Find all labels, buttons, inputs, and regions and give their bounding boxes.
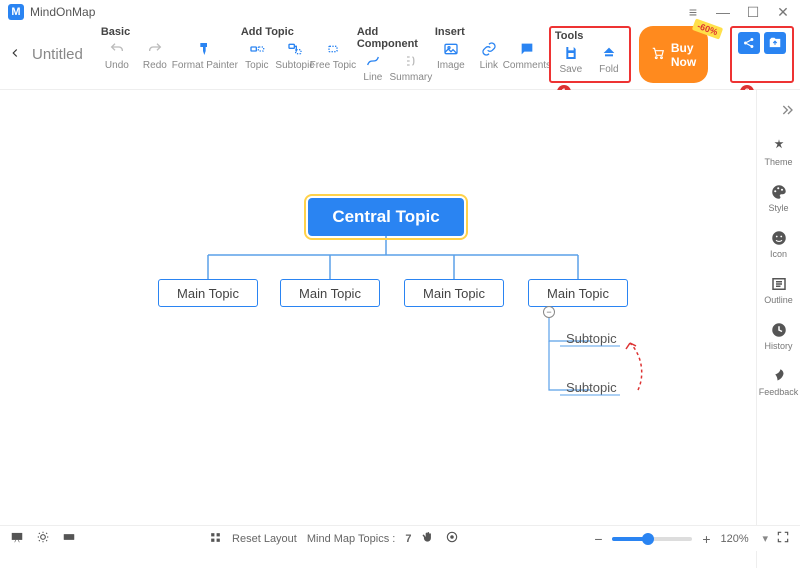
main-topic-node-4[interactable]: Main Topic	[528, 279, 628, 307]
fullscreen-icon[interactable]	[776, 530, 790, 547]
app-name: MindOnMap	[30, 5, 95, 19]
summary-icon	[403, 52, 419, 70]
free-topic-icon	[325, 40, 341, 58]
undo-icon	[109, 40, 125, 58]
fold-button[interactable]: Fold	[591, 44, 627, 75]
redo-button[interactable]: Redo	[137, 40, 173, 71]
main-topic-node-1[interactable]: Main Topic	[158, 279, 258, 307]
main-topic-node-2[interactable]: Main Topic	[280, 279, 380, 307]
tools-group-highlighted: Tools Save Fold 1	[549, 26, 631, 83]
save-icon	[563, 44, 579, 62]
document-title[interactable]: Untitled	[32, 46, 83, 63]
keyboard-icon[interactable]	[62, 530, 76, 547]
brightness-icon[interactable]	[36, 530, 50, 547]
buy-now-button[interactable]: Buy Now -60%	[639, 26, 708, 83]
summary-button[interactable]: Summary	[393, 52, 429, 83]
minimize-button[interactable]: —	[714, 4, 732, 21]
subtopic-node-2[interactable]: Subtopic	[566, 380, 617, 395]
topic-icon	[249, 40, 265, 58]
toolbar: Untitled Basic Undo Redo Format Painter …	[0, 24, 800, 90]
sidebar-collapse-button[interactable]	[776, 98, 800, 125]
comments-icon	[519, 40, 535, 58]
image-icon	[443, 40, 459, 58]
image-button[interactable]: Image	[433, 40, 469, 71]
share-export-group-highlighted: 2	[730, 26, 794, 83]
redo-icon	[147, 40, 163, 58]
app-logo-icon: M	[8, 4, 24, 20]
main-topic-node-3[interactable]: Main Topic	[404, 279, 504, 307]
topics-count: 7	[405, 533, 411, 545]
mindmap-canvas[interactable]: Central Topic Main Topic Main Topic Main…	[0, 90, 756, 568]
zoom-in-button[interactable]: +	[700, 531, 712, 547]
zoom-slider[interactable]	[612, 537, 692, 541]
sidebar-icon[interactable]: Icon	[757, 225, 800, 263]
comments-button[interactable]: Comments	[509, 40, 545, 71]
sidebar-history[interactable]: History	[757, 317, 800, 355]
zoom-dropdown-icon[interactable]: ▾	[762, 532, 768, 545]
topics-label: Mind Map Topics :	[307, 533, 395, 545]
title-bar: M MindOnMap ≡ — ☐ ✕	[0, 0, 800, 24]
buy-now-label: Buy Now	[671, 41, 696, 69]
reset-layout-icon[interactable]	[209, 531, 222, 547]
group-label-tools: Tools	[553, 30, 627, 42]
sidebar-feedback[interactable]: Feedback	[757, 363, 800, 401]
line-button[interactable]: Line	[355, 52, 391, 83]
topic-button[interactable]: Topic	[239, 40, 275, 71]
group-label-add-topic: Add Topic	[239, 26, 351, 38]
link-button[interactable]: Link	[471, 40, 507, 71]
annotation-arrow-icon	[620, 335, 650, 395]
group-label-basic: Basic	[99, 26, 235, 38]
back-icon[interactable]	[8, 46, 22, 63]
line-icon	[365, 52, 381, 70]
link-icon	[481, 40, 497, 58]
sidebar-outline[interactable]: Outline	[757, 271, 800, 309]
sidebar-theme[interactable]: Theme	[757, 133, 800, 171]
zoom-out-button[interactable]: −	[592, 531, 604, 547]
pan-hand-icon[interactable]	[421, 530, 435, 547]
menu-icon[interactable]: ≡	[684, 4, 702, 21]
save-button[interactable]: Save	[553, 44, 589, 75]
bottom-bar: Reset Layout Mind Map Topics : 7 − + 120…	[0, 525, 800, 551]
sidebar-style[interactable]: Style	[757, 179, 800, 217]
zoom-percent[interactable]: 120%	[720, 533, 754, 545]
format-painter-button[interactable]: Format Painter	[175, 40, 235, 71]
subtopic-icon	[287, 40, 303, 58]
free-topic-button[interactable]: Free Topic	[315, 40, 351, 71]
reset-layout-button[interactable]: Reset Layout	[232, 533, 297, 545]
cart-icon	[651, 46, 665, 63]
central-topic-node[interactable]: Central Topic	[308, 198, 464, 236]
close-button[interactable]: ✕	[774, 4, 792, 21]
export-button[interactable]	[764, 32, 786, 54]
zoom-thumb[interactable]	[642, 533, 654, 545]
focus-icon[interactable]	[445, 530, 459, 547]
fold-icon	[601, 44, 617, 62]
group-label-insert: Insert	[433, 26, 545, 38]
subtopic-node-1[interactable]: Subtopic	[566, 331, 617, 346]
presentation-icon[interactable]	[10, 530, 24, 547]
collapse-toggle-icon[interactable]: −	[543, 306, 555, 318]
subtopic-button[interactable]: Subtopic	[277, 40, 313, 71]
right-sidebar: Theme Style Icon Outline History Feedbac…	[756, 90, 800, 568]
share-button[interactable]	[738, 32, 760, 54]
maximize-button[interactable]: ☐	[744, 4, 762, 21]
format-painter-icon	[197, 40, 213, 58]
group-label-add-component: Add Component	[355, 26, 429, 50]
undo-button[interactable]: Undo	[99, 40, 135, 71]
